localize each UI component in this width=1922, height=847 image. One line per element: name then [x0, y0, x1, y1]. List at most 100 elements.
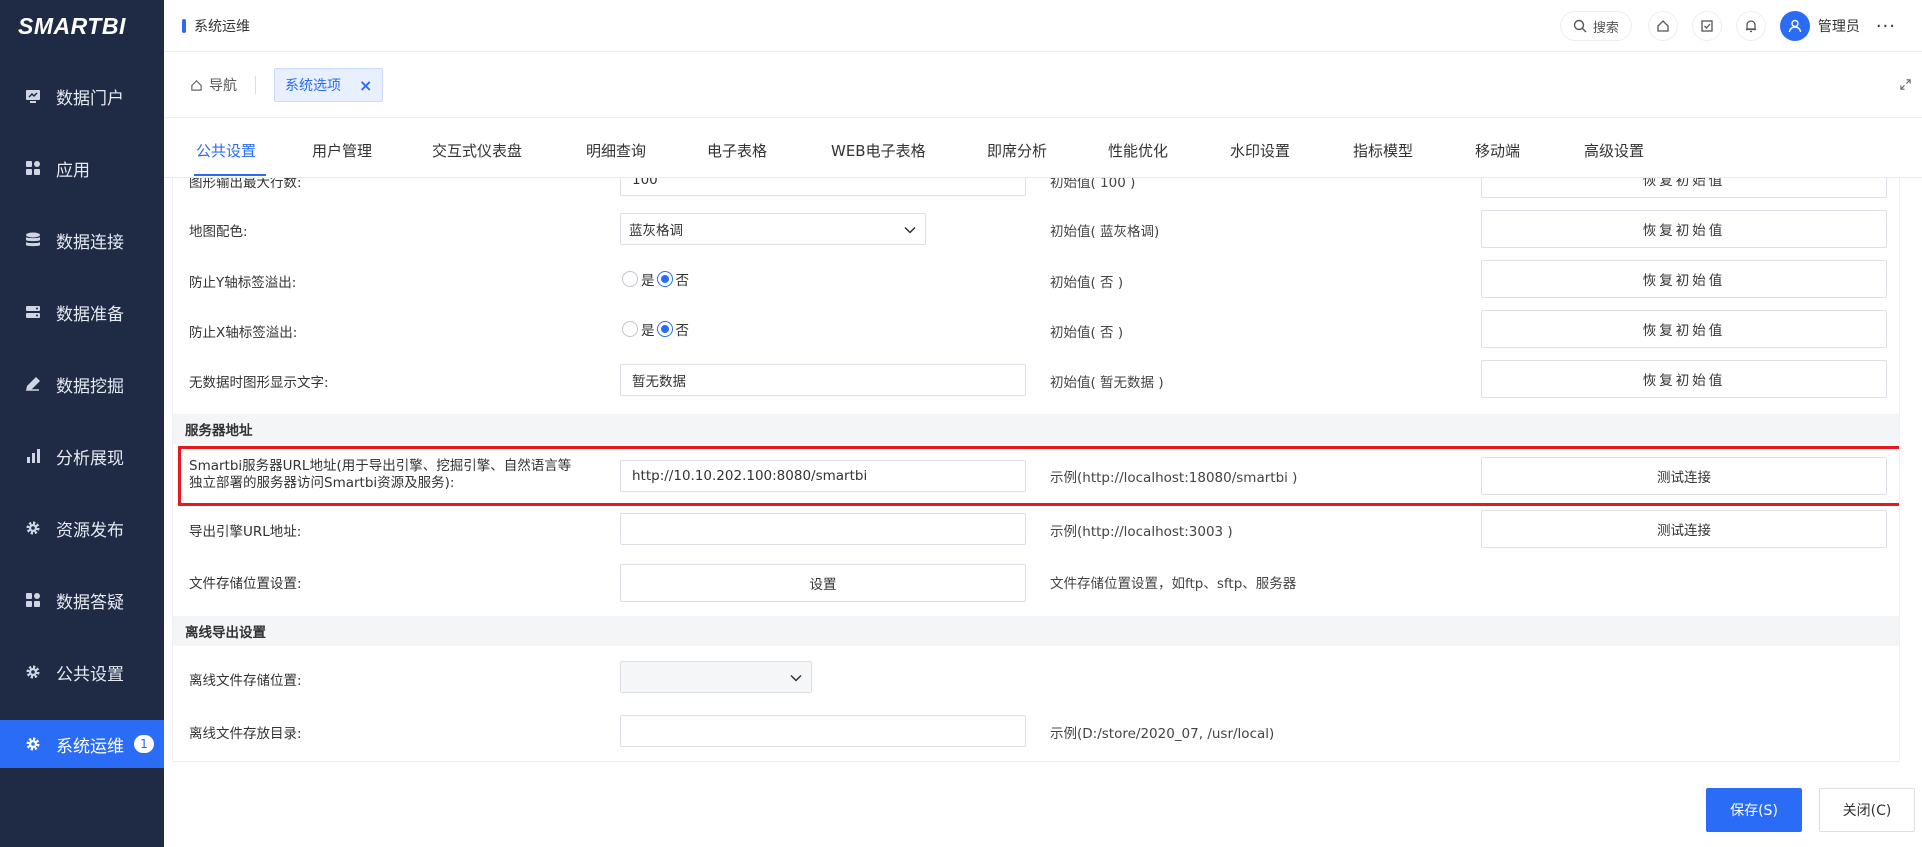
- top-right-tools: 搜索 管理员 ···: [1559, 0, 1922, 52]
- fullscreen-button[interactable]: [1899, 78, 1912, 95]
- sidebar-item-system-ops[interactable]: 系统运维 1: [0, 720, 164, 768]
- sidebar-item-data-prep[interactable]: 数据准备: [0, 288, 164, 336]
- radio-no[interactable]: [656, 271, 673, 287]
- section-header-offline-export: 离线导出设置: [173, 616, 1899, 646]
- setting-label: 离线文件存放目录:: [189, 726, 302, 742]
- initial-value: 初始值( 蓝灰格调): [1050, 224, 1160, 240]
- notifications-button[interactable]: [1735, 11, 1766, 41]
- page-title: 系统运维: [194, 18, 250, 35]
- bell-icon: [1745, 20, 1756, 33]
- home-button[interactable]: [1647, 11, 1678, 41]
- search-icon: [1573, 19, 1587, 33]
- initial-value: 初始值( 否 ): [1050, 275, 1124, 291]
- example-text: 示例(http://localhost:18080/smartbi ): [1050, 470, 1298, 486]
- radio-no-label: 否: [675, 323, 690, 339]
- user-name[interactable]: 管理员: [1818, 16, 1860, 36]
- tab-metric-model[interactable]: 指标模型: [1353, 140, 1413, 161]
- search-button[interactable]: 搜索: [1559, 11, 1632, 41]
- section-header-server: 服务器地址: [173, 414, 1899, 444]
- tab-detail-query[interactable]: 明细查询: [586, 140, 646, 161]
- tab-adhoc-analysis[interactable]: 即席分析: [987, 140, 1047, 161]
- radio-yes-label: 是: [641, 273, 655, 289]
- gear-icon: [24, 663, 42, 681]
- tab-advanced[interactable]: 高级设置: [1584, 140, 1644, 161]
- save-button[interactable]: 保存(S): [1706, 788, 1802, 832]
- sidebar-item-publish[interactable]: 资源发布: [0, 504, 164, 552]
- sidebar-item-qa[interactable]: 数据答疑: [0, 576, 164, 624]
- sidebar-item-label: 分析展现: [56, 448, 124, 469]
- more-menu-button[interactable]: ···: [1876, 16, 1896, 37]
- initial-value: 初始值( 否 ): [1050, 325, 1124, 341]
- sidebar-item-label: 系统运维: [56, 736, 124, 757]
- tab-dashboard[interactable]: 交互式仪表盘: [432, 140, 522, 161]
- radio-yes[interactable]: [622, 321, 638, 337]
- tab-watermark[interactable]: 水印设置: [1230, 140, 1290, 161]
- top-bar: 系统运维 搜索 管理员 ···: [164, 0, 1922, 52]
- radio-yes[interactable]: [622, 271, 638, 287]
- initial-value: 初始值( 100 ): [1050, 178, 1136, 191]
- apps-icon: [24, 159, 42, 177]
- label-line: Smartbi服务器URL地址(用于导出引擎、挖掘引擎、自然语言等: [189, 458, 572, 474]
- smartbi-url-input[interactable]: http://10.10.202.100:8080/smartbi: [620, 460, 1026, 492]
- sidebar-item-data-connection[interactable]: 数据连接: [0, 216, 164, 264]
- radio-no[interactable]: [656, 321, 673, 337]
- tab-user-management[interactable]: 用户管理: [312, 140, 372, 161]
- notification-badge: 1: [134, 735, 154, 753]
- sidebar-item-analysis[interactable]: 分析展现: [0, 432, 164, 480]
- restore-default-button[interactable]: 恢复初始值: [1481, 360, 1887, 398]
- sidebar-item-data-portal[interactable]: 数据门户: [0, 72, 164, 120]
- tab-spreadsheet[interactable]: 电子表格: [707, 140, 767, 161]
- sidebar-item-public-settings[interactable]: 公共设置: [0, 648, 164, 696]
- active-tab-indicator: [194, 174, 266, 176]
- database-icon: [24, 231, 42, 249]
- settings-content: 图形输出最大行数: 100 初始值( 100 ) 恢复初始值 地图配色: 蓝灰格…: [172, 178, 1900, 762]
- setting-label: Smartbi服务器URL地址(用于导出引擎、挖掘引擎、自然语言等 独立部署的服…: [189, 458, 609, 492]
- sidebar-item-data-mining[interactable]: 数据挖掘: [0, 360, 164, 408]
- sidebar-item-label: 数据门户: [56, 88, 124, 109]
- sidebar-item-label: 数据准备: [56, 304, 124, 325]
- setting-label: 无数据时图形显示文字:: [189, 375, 329, 391]
- title-marker: [182, 18, 186, 33]
- setting-label: 导出引擎URL地址:: [189, 524, 302, 540]
- tasks-button[interactable]: [1691, 11, 1722, 41]
- y-overflow-radio-group: 是 否: [622, 269, 691, 289]
- offline-storage-dir-input[interactable]: [620, 715, 1026, 747]
- gear-icon: [24, 735, 42, 753]
- close-icon[interactable]: ×: [359, 76, 372, 95]
- nav-home-link[interactable]: 导航: [190, 75, 237, 95]
- setting-label: 地图配色:: [189, 224, 248, 240]
- monitor-icon: [24, 87, 42, 105]
- tab-performance[interactable]: 性能优化: [1108, 140, 1168, 161]
- radio-no-label: 否: [675, 273, 690, 289]
- test-connection-button[interactable]: 测试连接: [1481, 457, 1887, 495]
- sidebar-item-label: 公共设置: [56, 664, 124, 685]
- open-tab-system-options[interactable]: 系统选项 ×: [274, 68, 384, 102]
- map-color-select[interactable]: 蓝灰格调: [620, 213, 926, 245]
- restore-default-button[interactable]: 恢复初始值: [1481, 310, 1887, 348]
- restore-default-button[interactable]: 恢复初始值: [1481, 260, 1887, 298]
- label-line: 独立部署的服务器访问Smartbi资源及服务):: [189, 475, 455, 491]
- export-url-input[interactable]: [620, 513, 1026, 545]
- pen-icon: [24, 375, 42, 393]
- file-storage-settings-button[interactable]: 设置: [620, 564, 1026, 602]
- nav-tabs-row: 导航 系统选项 ×: [164, 52, 1922, 118]
- tab-public-settings[interactable]: 公共设置: [196, 140, 256, 161]
- settings-tabs: 公共设置 用户管理 交互式仪表盘 明细查询 电子表格 WEB电子表格 即席分析 …: [164, 118, 1922, 178]
- tab-mobile[interactable]: 移动端: [1475, 140, 1520, 161]
- restore-default-button[interactable]: 恢复初始值: [1481, 210, 1887, 248]
- no-data-text-input[interactable]: 暂无数据: [620, 364, 1026, 396]
- expand-icon: [1900, 79, 1911, 90]
- offline-storage-location-select[interactable]: [620, 661, 812, 693]
- restore-default-button[interactable]: 恢复初始值: [1481, 178, 1887, 198]
- sidebar-item-apps[interactable]: 应用: [0, 144, 164, 192]
- hint-text: 文件存储位置设置，如ftp、sftp、服务器: [1050, 576, 1297, 592]
- setting-label: 图形输出最大行数:: [189, 178, 302, 191]
- max-rows-input[interactable]: 100: [620, 178, 1026, 196]
- tab-web-spreadsheet[interactable]: WEB电子表格: [831, 140, 926, 161]
- logo-text: SMARTBI: [18, 12, 126, 39]
- setting-label: 防止X轴标签溢出:: [189, 325, 298, 341]
- close-button[interactable]: 关闭(C): [1819, 788, 1915, 832]
- home-icon: [1657, 20, 1669, 32]
- avatar[interactable]: [1779, 11, 1810, 41]
- test-connection-button[interactable]: 测试连接: [1481, 510, 1887, 548]
